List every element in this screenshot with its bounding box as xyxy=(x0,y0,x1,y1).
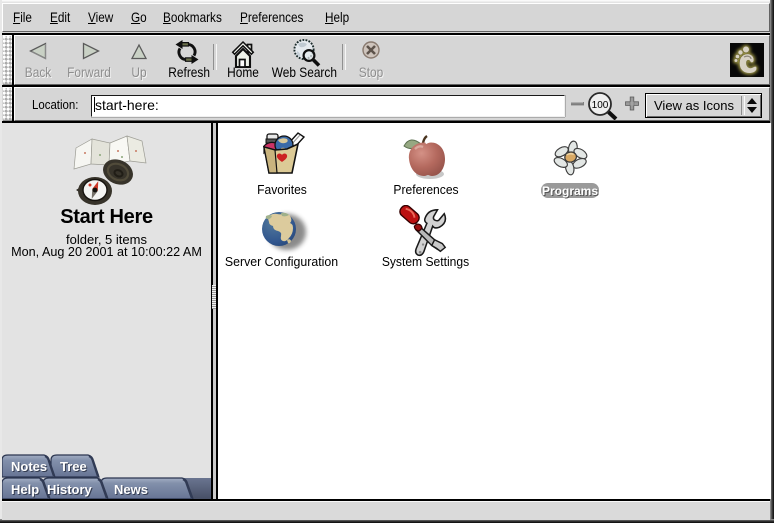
svg-text:History: History xyxy=(47,482,93,497)
svg-text:News: News xyxy=(114,482,148,497)
svg-text:100: 100 xyxy=(592,100,609,111)
svg-text:Notes: Notes xyxy=(11,459,47,474)
svg-text:Help: Help xyxy=(11,482,39,497)
svg-text:Tree: Tree xyxy=(60,459,87,474)
